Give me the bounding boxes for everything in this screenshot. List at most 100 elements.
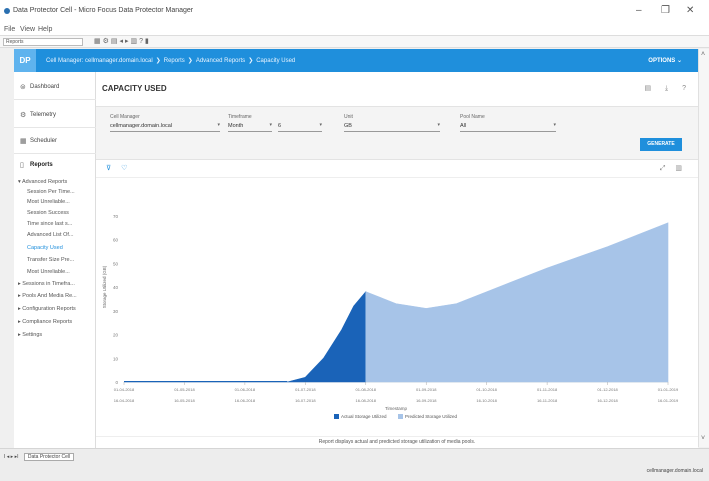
tree-item[interactable]: Time since last s... [27,221,94,227]
sidebar-item-label: Dashboard [30,84,60,90]
y-tick-label: 40 [113,285,119,290]
x-tick-label-bottom: 16-04-2018 [114,398,135,403]
chevron-down-icon: ▾ [269,122,272,128]
chevron-down-icon: ▾ [553,122,556,128]
close-icon[interactable]: ✕ [686,5,694,16]
sidebar-item-reports[interactable]: ▯ Reports [14,152,96,178]
breadcrumb-item-advanced[interactable]: Advanced Reports [196,58,245,64]
legend-swatch [398,414,403,419]
filter-icon[interactable]: ⊽ ♡ [106,164,131,172]
window-title: Data Protector Cell - Micro Focus Data P… [13,7,194,14]
pool-name-field[interactable]: Pool Name All ▾ [460,114,556,132]
scroll-down-icon[interactable]: ˅ [701,435,705,442]
vertical-scrollbar[interactable]: ˄ ˅ [698,49,709,447]
tab-nav-icons[interactable]: I ◂ ▸ ▸I [4,454,18,460]
app-icon [4,8,10,14]
status-bar: I ◂ ▸ ▸I Data Protector Cell cellmanager… [0,448,709,481]
timeframe-field[interactable]: Timeframe Month ▾ [228,114,272,132]
chart-area: Storage Utilized (GB) 0 10 20 30 40 50 60 70 01-0… [96,178,698,436]
timeframe-count-field[interactable]: 6 ▾ [278,114,322,132]
breadcrumb-item-cell[interactable]: Cell Manager: cellmanager.domain.local [46,58,153,64]
field-value: cellmanager.domain.local [110,123,173,129]
chart-toolbar: ⊽ ♡ ⤢ ▥ [96,160,698,178]
chevron-down-icon: ▾ [217,122,220,128]
scroll-up-icon[interactable]: ˄ [701,51,705,58]
app-header: DP Cell Manager: cellmanager.domain.loca… [14,49,698,72]
toolbar-icons[interactable]: ▦⚙▤◂▸▥?▮ [94,37,151,45]
tree-item[interactable]: ▸ Pools And Media Re... [18,293,94,299]
menu-view[interactable]: View [20,26,35,33]
sidebar-item-label: Reports [30,162,53,168]
field-label: Timeframe [228,114,252,120]
x-tick-label-top: 01-12-2018 [597,387,618,392]
field-value: Month [228,123,244,129]
sidebar: ⊜ Dashboard ⚙ Telemetry ▦ Scheduler ▯ Re… [14,72,96,448]
sidebar-item-dashboard[interactable]: ⊜ Dashboard [14,74,96,100]
x-tick-label-top: 01-06-2018 [235,387,256,392]
generate-button[interactable]: GENERATE [640,138,682,151]
field-label: Pool Name [460,114,485,120]
chevron-down-icon: ▾ [437,122,440,128]
tree-item[interactable]: ▸ Configuration Reports [18,306,94,312]
x-tick-label-top: 01-01-2019 [658,387,679,392]
tree-item[interactable]: Session Per Time... [27,189,94,195]
tree-item[interactable]: Most Unreliable... [27,269,94,275]
sidebar-item-label: Telemetry [30,112,57,118]
tab-data-protector-cell[interactable]: Data Protector Cell [23,453,75,461]
tree-item[interactable]: Session Success [27,210,94,216]
x-tick-label-top: 01-11-2018 [537,387,558,392]
tree-item[interactable]: ▸ Sessions in Timefra... [18,281,94,287]
legend-label: Predicted Storage Utilized [405,414,458,419]
tree-item-capacity-used[interactable]: Capacity Used [27,245,94,251]
tree-item[interactable]: Transfer Size Pre... [27,257,94,263]
report-action-icons[interactable]: ▤ ⤓ ? [645,84,693,93]
sidebar-item-scheduler[interactable]: ▦ Scheduler [14,128,96,154]
breadcrumb-item-reports[interactable]: Reports [164,58,185,64]
x-tick-label-top: 01-04-2018 [114,387,135,392]
sidebar-item-label: Scheduler [30,138,58,144]
tree-item[interactable]: Advanced List Of... [27,232,94,238]
unit-field[interactable]: Unit GB ▾ [344,114,440,132]
capacity-chart: Storage Utilized (GB) 0 10 20 30 40 50 60 70 01-0… [102,214,679,419]
menu-file[interactable]: File [4,26,15,33]
tree-item[interactable]: ▾ Advanced Reports [18,179,94,185]
field-label: Cell Manager [110,114,140,120]
cell-manager-field[interactable]: Cell Manager cellmanager.domain.local ▾ [110,114,220,132]
menu-bar: File View Help [0,24,709,36]
tree-item[interactable]: Most Unreliable... [27,199,94,205]
series-predicted-area [365,222,669,383]
sidebar-item-telemetry[interactable]: ⚙ Telemetry [14,102,96,128]
minimize-icon[interactable]: – [636,5,642,16]
y-tick-label: 20 [113,333,119,338]
telemetry-icon: ⚙ [20,112,27,119]
dp-logo: DP [14,49,36,72]
tree-item[interactable]: ▸ Settings [18,332,94,338]
tree-item[interactable]: ▸ Compliance Reports [18,319,94,325]
x-tick-label-bottom: 16-05-2018 [174,398,195,403]
reports-icon: ▯ [20,162,24,169]
toolbar: Reports ▦⚙▤◂▸▥?▮ [0,36,709,48]
expand-icon[interactable]: ⤢ ▥ [660,164,686,173]
field-value: 6 [278,123,282,129]
x-tick-label-bottom: 16-01-2019 [658,398,679,403]
options-button[interactable]: OPTIONS ⌄ [648,57,682,64]
breadcrumb-item-current: Capacity Used [256,58,296,64]
menu-help[interactable]: Help [38,26,52,33]
maximize-icon[interactable]: ❐ [661,5,670,16]
x-tick-label-top: 01-10-2018 [476,387,497,392]
series-actual-area [124,290,367,383]
x-tick-label-bottom: 16-06-2018 [235,398,256,403]
x-tick-label-bottom: 16-11-2018 [537,398,558,403]
x-tick-label-bottom: 16-12-2018 [597,398,618,403]
dashboard-icon: ⊜ [20,84,26,91]
scheduler-icon: ▦ [20,138,27,145]
y-tick-label: 60 [113,238,119,243]
status-user: cellmanager.domain.local [646,468,703,474]
report-footer-message: Report displays actual and predicted sto… [96,436,698,448]
context-select[interactable]: Reports [3,38,83,46]
x-tick-label-top: 01-07-2018 [295,387,316,392]
legend-label: Actual Storage Utilized [341,414,387,419]
filter-panel: Cell Manager cellmanager.domain.local ▾ T… [96,106,698,160]
x-tick-label-top: 01-05-2018 [174,387,195,392]
field-value: GB [344,123,352,129]
